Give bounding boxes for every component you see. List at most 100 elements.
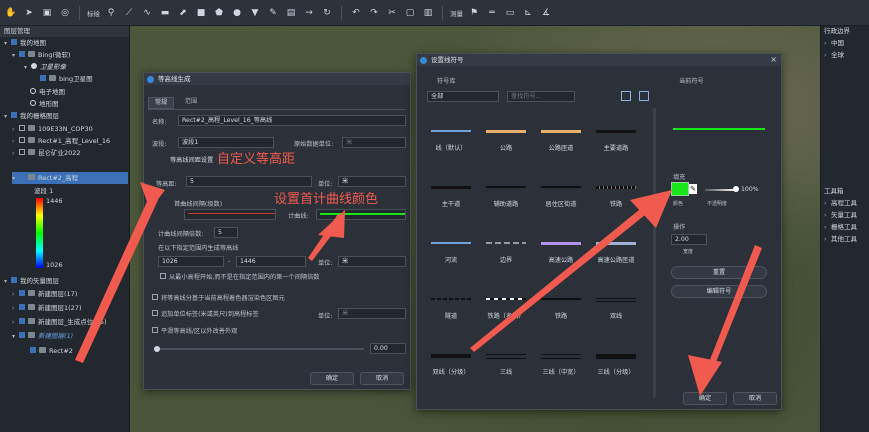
tree-r3[interactable]: › 昆仑矿业2022 — [12, 148, 81, 159]
range-min-input[interactable]: 1026 — [158, 256, 224, 267]
tree-raster-layers[interactable]: ▾ 我的栅格图层 — [4, 111, 59, 122]
tree-v5[interactable]: Rect#2 — [30, 346, 73, 357]
smooth-value[interactable]: 0.00 — [370, 343, 406, 354]
tree-bing-sat[interactable]: bing卫星图 — [40, 74, 93, 85]
tree-v3[interactable]: › 新建图层_生成点位(15) — [12, 317, 107, 328]
symbol-item[interactable]: 居住区街道 — [535, 172, 587, 212]
tree-my-maps[interactable]: ▾ 我的地图 — [4, 38, 46, 49]
contour-cancel-button[interactable]: 取消 — [360, 372, 404, 385]
pin-icon[interactable]: ⚲ — [104, 6, 118, 20]
symbol-item[interactable]: 边界 — [480, 228, 532, 268]
symbol-item[interactable]: 铁路（名站） — [480, 284, 532, 324]
opt4-row[interactable]: 平滑等高线/区以外改善外观 — [152, 326, 237, 335]
symbol-item[interactable]: 高速公路匝道 — [590, 228, 642, 268]
close-icon[interactable]: × — [770, 54, 777, 66]
symbol-cancel-button[interactable]: 取消 — [733, 392, 777, 405]
curve-icon[interactable]: ∿ — [140, 6, 154, 20]
symbol-item[interactable]: 公路匝道 — [535, 116, 587, 156]
square-icon[interactable]: ■ — [194, 6, 208, 20]
area-icon[interactable]: ▭ — [503, 6, 517, 20]
interval-input[interactable]: 5 — [186, 176, 312, 187]
delete-icon[interactable]: ▥ — [421, 6, 435, 20]
tool-vector[interactable]: › 矢量工具 — [824, 210, 857, 221]
tool-raster[interactable]: › 栅格工具 — [824, 222, 857, 233]
opt3-row[interactable]: 追加单位标签(米或英尺)到高程标签 — [152, 309, 259, 318]
tree-v1[interactable]: › 新建图层(17) — [12, 289, 77, 300]
range-max-input[interactable]: 1446 — [236, 256, 306, 267]
circle-icon[interactable]: ● — [230, 6, 244, 20]
rotate-icon[interactable]: ↻ — [320, 6, 334, 20]
pan-hand-icon[interactable]: ✋ — [4, 6, 18, 20]
symbol-item[interactable]: 河流 — [425, 228, 477, 268]
unit2-select[interactable]: 米 — [338, 176, 406, 187]
symbol-item[interactable]: 铁路 — [535, 284, 587, 324]
symbol-scrollbar[interactable] — [653, 108, 656, 398]
eyedropper-icon[interactable]: ✎ — [689, 184, 697, 194]
undo-icon[interactable]: ↶ — [349, 6, 363, 20]
unit3-select[interactable]: 米 — [338, 256, 406, 267]
profile-icon[interactable]: ⊾ — [521, 6, 535, 20]
index-interval-input[interactable]: 5 — [214, 227, 238, 238]
fill-color-swatch[interactable] — [671, 182, 689, 196]
symbol-item[interactable]: 线（默认） — [425, 116, 477, 156]
cut-icon[interactable]: ✂ — [385, 6, 399, 20]
band-select[interactable]: 波段1 — [178, 137, 274, 148]
symbol-item[interactable]: 双线（分级） — [425, 340, 477, 380]
move-arrow-icon[interactable]: → — [302, 6, 316, 20]
tree-bing[interactable]: ▾ Bing(微软) — [12, 50, 71, 61]
symbol-item[interactable]: 三线（中宽） — [535, 340, 587, 380]
select-arrow-icon[interactable]: ➤ — [22, 6, 36, 20]
edit-line-icon[interactable]: ✎ — [266, 6, 280, 20]
tree-v2[interactable]: › 新建图层1(27) — [12, 303, 81, 314]
symbol-item[interactable]: 辅助道路 — [480, 172, 532, 212]
tree-r2[interactable]: › Rect#1_高程_Level_16 — [12, 136, 110, 147]
tree-terrain-map[interactable]: 地形图 — [30, 99, 59, 110]
polyline-icon[interactable]: ⟋ — [122, 6, 136, 20]
symbol-search-input[interactable]: 查找符号... — [507, 91, 575, 102]
intermediate-color-picker[interactable] — [184, 209, 276, 220]
symbol-item[interactable]: 高速公路 — [535, 228, 587, 268]
copy-icon[interactable]: ▢ — [403, 6, 417, 20]
opacity-thumb[interactable] — [733, 186, 739, 192]
contour-ok-button[interactable]: 确定 — [310, 372, 354, 385]
reset-button[interactable]: 重置 — [671, 266, 767, 279]
edit-symbol-button[interactable]: 编辑符号 — [671, 285, 767, 298]
tool-other[interactable]: › 其他工具 — [824, 234, 857, 245]
opacity-slider[interactable] — [705, 189, 735, 191]
arrow-shape-icon[interactable]: ⬈ — [176, 6, 190, 20]
symbol-item[interactable]: 公路 — [480, 116, 532, 156]
grid-view-icon[interactable] — [621, 91, 631, 101]
tree-vector-layers[interactable]: ▾ 我的矢量图层 — [4, 276, 59, 287]
symbol-lib-select[interactable]: 全部 — [427, 91, 499, 102]
tool-elevation[interactable]: › 高程工具 — [824, 198, 857, 209]
location-icon[interactable]: ⚑ — [467, 6, 481, 20]
name-input[interactable]: Rect#2_高程_Level_16_等高线 — [178, 115, 406, 126]
admin-world[interactable]: › 全球 — [824, 50, 844, 61]
zoom-map-icon[interactable]: ▣ — [40, 6, 54, 20]
tree-v4[interactable]: ▾ 新建图层(1) — [12, 331, 73, 342]
smooth-slider[interactable] — [154, 346, 364, 352]
tree-r4[interactable]: ▾ Rect#2_高程 — [12, 173, 78, 184]
opt1-row[interactable]: 从最小高程开始,而不是在指定范围内的第一个间隔倍数 — [160, 272, 319, 281]
width-input[interactable]: 2.00 — [671, 234, 707, 245]
distance-icon[interactable]: ═ — [485, 6, 499, 20]
symbol-item[interactable]: 双线 — [590, 284, 642, 324]
symbol-item[interactable]: 三线 — [480, 340, 532, 380]
symbol-item[interactable]: 铁路 — [590, 172, 642, 212]
admin-china[interactable]: › 中国 — [824, 38, 844, 49]
index-color-picker[interactable] — [316, 209, 406, 220]
symbol-item[interactable]: 隧道 — [425, 284, 477, 324]
tab-range[interactable]: 范围 — [176, 97, 206, 109]
triangle-icon[interactable]: ▼ — [248, 6, 262, 20]
tree-r1[interactable]: › 109E33N_COP30 — [12, 124, 93, 135]
symbol-item[interactable]: 三线（分级） — [590, 340, 642, 380]
symbol-ok-button[interactable]: 确定 — [683, 392, 727, 405]
opt2-row[interactable]: 将等高线分基于当前高程着色器渲染色区图元 — [152, 293, 285, 302]
globe-icon[interactable]: ◎ — [58, 6, 72, 20]
list-view-icon[interactable] — [639, 91, 649, 101]
text-box-icon[interactable]: ▤ — [284, 6, 298, 20]
symbol-item[interactable]: 主要道路 — [590, 116, 642, 156]
rectangle-icon[interactable]: ▬ — [158, 6, 172, 20]
symbol-item[interactable]: 主干道 — [425, 172, 477, 212]
tree-sat-image[interactable]: ▾ 卫星影像 — [24, 62, 66, 73]
